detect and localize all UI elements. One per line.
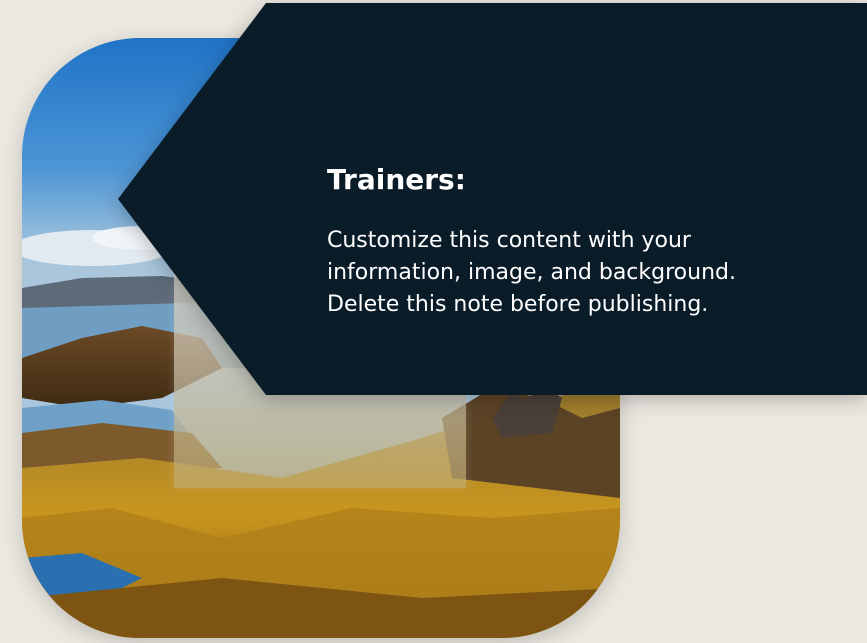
note-line: Delete this note before publishing. bbox=[327, 292, 709, 317]
note-line: information, image, and background. bbox=[327, 260, 736, 285]
trainer-note: Trainers: Customize this content with yo… bbox=[118, 3, 867, 395]
note-heading: Trainers: bbox=[327, 163, 466, 196]
note-body: Customize this content with your informa… bbox=[327, 225, 847, 321]
note-line: Customize this content with your bbox=[327, 228, 691, 253]
slide-canvas: Trainers: Customize this content with yo… bbox=[0, 0, 867, 643]
note-arrow-shape bbox=[118, 3, 867, 395]
